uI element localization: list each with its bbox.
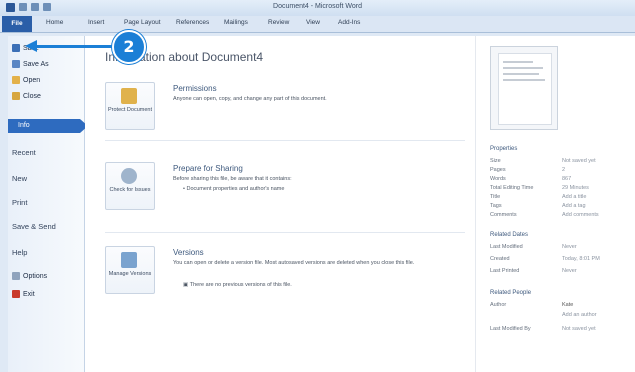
window-title: Document4 - Microsoft Word xyxy=(273,3,362,10)
menu-info-selected[interactable]: Info xyxy=(8,119,88,133)
menu-open[interactable]: Open xyxy=(12,76,40,84)
tab-review[interactable]: Review xyxy=(268,19,289,26)
related-people-header: Related People xyxy=(490,290,532,296)
tab-page-layout[interactable]: Page Layout xyxy=(124,19,161,26)
callout-arrowhead-icon xyxy=(25,40,37,52)
property-row: Size Not saved yet xyxy=(490,158,596,164)
tab-home[interactable]: Home xyxy=(46,19,63,26)
inspect-document-icon xyxy=(121,168,137,184)
people-row: Author Kate xyxy=(490,302,574,308)
tab-mailings[interactable]: Mailings xyxy=(224,19,248,26)
menu-recent[interactable]: Recent xyxy=(12,148,36,157)
tab-file[interactable]: File xyxy=(2,16,32,32)
protect-document-button[interactable]: Protect Document xyxy=(105,82,155,130)
property-row[interactable]: Tags Add a tag xyxy=(490,203,630,209)
properties-pane: Properties Size Not saved yet Pages 2 Word… xyxy=(475,36,635,372)
word-window: Document4 - Microsoft Word File Home Ins… xyxy=(0,0,635,372)
save-as-icon xyxy=(12,60,20,68)
exit-icon xyxy=(12,290,20,298)
thumbnail-line xyxy=(503,67,543,69)
open-folder-icon xyxy=(12,76,20,84)
check-for-issues-button[interactable]: Check for Issues xyxy=(105,162,155,210)
tab-insert[interactable]: Insert xyxy=(88,19,104,26)
menu-print[interactable]: Print xyxy=(12,198,27,207)
menu-save-as[interactable]: Save As xyxy=(12,60,49,68)
tab-references[interactable]: References xyxy=(176,19,209,26)
close-document-icon xyxy=(12,92,20,100)
menu-new[interactable]: New xyxy=(12,174,27,183)
callout-arrow xyxy=(34,45,114,48)
backstage-menu: Save Save As Open Close Info Recent New … xyxy=(8,36,88,372)
property-row[interactable]: Comments Add comments xyxy=(490,212,630,218)
versions-icon xyxy=(121,252,137,268)
thumbnail-line xyxy=(503,73,539,75)
ribbon-tabs: File Home Insert Page Layout References … xyxy=(0,16,635,33)
property-row: Pages 2 xyxy=(490,167,566,173)
date-row: Created Today, 8:01 PM xyxy=(490,256,600,262)
options-icon xyxy=(12,272,20,280)
prepare-bullet: • Document properties and author's name xyxy=(183,186,285,192)
tab-add-ins[interactable]: Add-Ins xyxy=(338,19,360,26)
permissions-title: Permissions xyxy=(173,84,217,93)
versions-description: You can open or delete a version file. M… xyxy=(173,260,415,266)
thumbnail-page xyxy=(498,53,552,125)
versions-title: Versions xyxy=(173,248,204,257)
step-badge: 2 xyxy=(112,30,146,64)
related-dates-header: Related Dates xyxy=(490,232,529,238)
info-panel: Information about Document4 Protect Docu… xyxy=(85,36,475,372)
divider xyxy=(105,232,465,233)
prepare-title: Prepare for Sharing xyxy=(173,164,243,173)
save-icon xyxy=(12,44,20,52)
property-row: Words 867 xyxy=(490,176,572,182)
menu-save-and-send[interactable]: Save & Send xyxy=(12,222,56,231)
prepare-description: Before sharing this file, be aware that … xyxy=(173,176,292,182)
date-row: Last Printed Never xyxy=(490,268,577,274)
lock-key-icon xyxy=(121,88,137,104)
property-row[interactable]: Title Add a title xyxy=(490,194,630,200)
document-thumbnail[interactable] xyxy=(490,46,558,130)
versions-small-icon: ▣ xyxy=(183,282,190,288)
menu-close[interactable]: Close xyxy=(12,92,41,100)
permissions-description: Anyone can open, copy, and change any pa… xyxy=(173,96,327,102)
thumbnail-line xyxy=(503,61,533,63)
title-bar: Document4 - Microsoft Word xyxy=(0,0,635,16)
date-row: Last Modified Never xyxy=(490,244,577,250)
menu-options[interactable]: Options xyxy=(12,272,47,280)
properties-header[interactable]: Properties xyxy=(490,146,517,152)
tab-view[interactable]: View xyxy=(306,19,320,26)
manage-versions-button[interactable]: Manage Versions xyxy=(105,246,155,294)
divider xyxy=(105,140,465,141)
thumbnail-line xyxy=(503,79,545,81)
menu-help[interactable]: Help xyxy=(12,248,27,257)
menu-exit[interactable]: Exit xyxy=(12,290,35,298)
property-row: Total Editing Time 29 Minutes xyxy=(490,185,589,191)
people-row: Last Modified By Not saved yet xyxy=(490,326,596,332)
versions-bullet: ▣ There are no previous versions of this… xyxy=(183,282,292,288)
